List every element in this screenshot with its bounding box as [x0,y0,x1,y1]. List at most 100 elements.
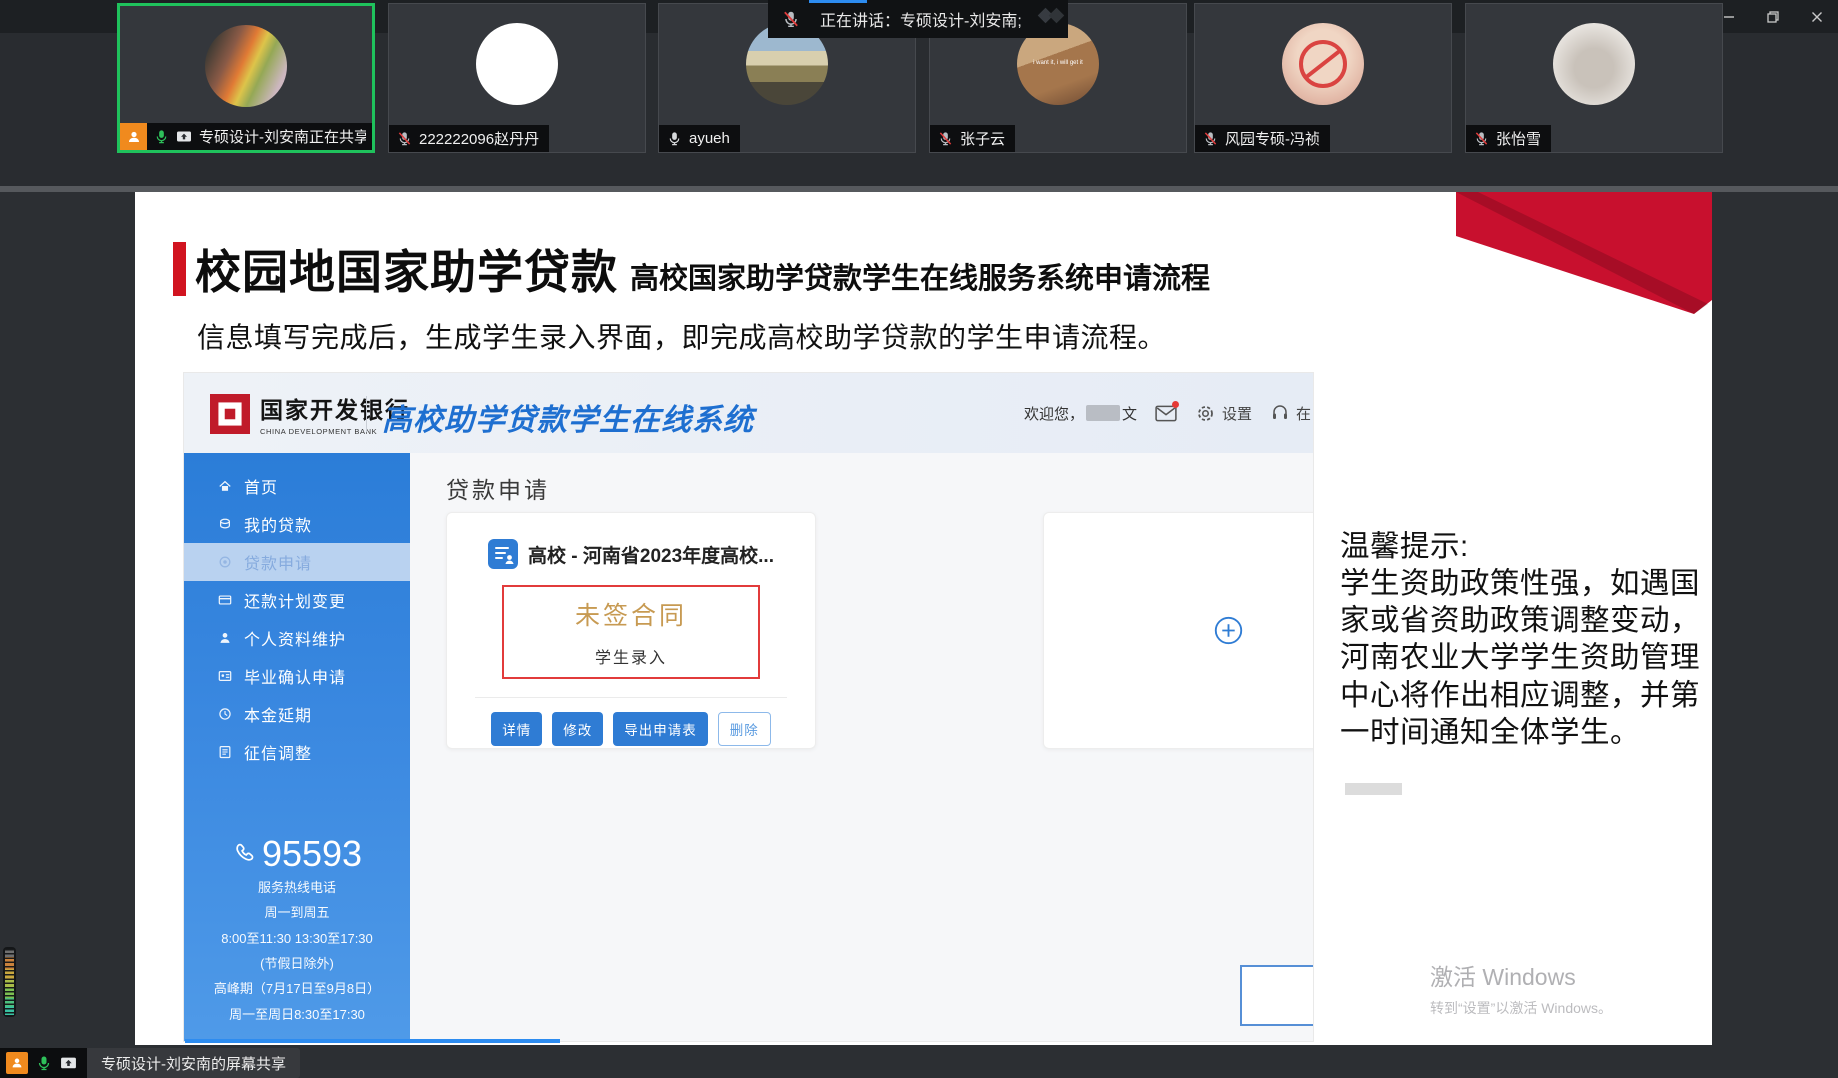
sidebar-label: 本金延期 [244,702,312,726]
service-hotline: 95593 服务热线电话 周一到周五 8:00至11:30 13:30至17:3… [184,833,410,1027]
tip-block: 温馨提示: 学生资助政策性强，如遇国家或省资助政策调整变动，河南农业大学学生资助… [1340,528,1712,751]
plus-circle-icon [1214,616,1243,645]
bank-body: 首页 我的贷款 贷款申请 还款计划变更 [184,453,1313,1041]
speaking-banner: 正在讲话：专硕设计-刘安南; [768,0,1068,38]
bank-site-screenshot: 国家开发银行 CHINA DEVELOPMENT BANK 高校助学贷款学生在线… [184,373,1313,1041]
participant-tile-zhaodandan[interactable]: 222222096赵丹丹 [388,3,646,153]
highlight-artifact [1345,783,1402,795]
avatar [476,23,558,105]
tip-body: 学生资助政策性强，如遇国家或省资助政策调整变动，河南农业大学学生资助管理中心将作… [1340,565,1712,751]
detail-button[interactable]: 详情 [491,712,542,746]
avatar [1282,23,1364,105]
hotline-number: 95593 [262,833,362,875]
mic-on-icon [667,131,682,146]
speaking-banner-text: 正在讲话：专硕设计-刘安南; [820,7,1022,31]
headset-icon [1270,403,1290,423]
service-label: 在 [1296,403,1311,424]
edit-button[interactable]: 修改 [552,712,603,746]
slide-description: 信息填写完成后，生成学生录入界面，即完成高校助学贷款的学生申请流程。 [197,316,1166,356]
host-badge-icon [6,1052,28,1074]
add-application-card[interactable] [1043,512,1313,749]
divider [475,697,787,698]
mail-button[interactable] [1155,404,1177,423]
participant-tile-fengzhen[interactable]: 风园专硕-冯祯 [1194,3,1452,153]
delete-button[interactable]: 删除 [718,712,771,746]
windows-activation-watermark: 激活 Windows 转到“设置”以激活 Windows。 [1430,958,1612,1018]
hotline-number-row: 95593 [184,833,410,875]
sidebar-label: 我的贷款 [244,512,312,536]
bank-header-right: 欢迎您， 文 设置 [1024,373,1311,453]
close-button[interactable] [1808,8,1826,26]
phone-icon [232,842,255,865]
window-controls [1720,0,1826,33]
redacted-username [1086,405,1120,421]
meeting-window: 正在讲话：专硕设计-刘安南; 专硕设计-刘安南正在共享 22222 [0,0,1838,1078]
bank-content: 贷款申请 高校 - 河南省2023年度高校... 未签合同 学生录入 [410,453,1313,1041]
page-bottom-accent-line [185,1039,560,1043]
sidebar-item-personal-info[interactable]: 个人资料维护 [184,619,410,657]
sidebar-item-home[interactable]: 首页 [184,467,410,505]
host-badge-icon [120,123,147,150]
sidebar-label: 毕业确认申请 [244,664,346,688]
sidebar-item-graduation-confirm[interactable]: 毕业确认申请 [184,657,410,695]
slide-subtitle: 高校国家助学贷款学生在线服务系统申请流程 [630,255,1210,297]
mic-on-icon [154,129,169,144]
export-application-button[interactable]: 导出申请表 [613,712,708,746]
sidebar-label: 个人资料维护 [244,626,346,650]
participant-namebar: 张怡雪 [1466,125,1551,152]
shared-screen-area: 校园地国家助学贷款 高校国家助学贷款学生在线服务系统申请流程 信息填写完成后，生… [0,192,1838,1078]
participant-tile-liuannan[interactable]: 专硕设计-刘安南正在共享 [117,3,375,153]
slide-title-row: 校园地国家助学贷款 高校国家助学贷款学生在线服务系统申请流程 [173,236,1210,302]
substatus-text: 学生录入 [595,644,667,668]
presentation-slide: 校园地国家助学贷款 高校国家助学贷款学生在线服务系统申请流程 信息填写完成后，生… [135,192,1712,1045]
application-doc-icon [488,539,518,569]
sidebar-item-repayment-plan[interactable]: 还款计划变更 [184,581,410,619]
mic-on-icon [36,1055,52,1071]
slide-title: 校园地国家助学贷款 [195,236,618,302]
participant-namebar: 专硕设计-刘安南正在共享 [120,123,372,150]
mic-muted-icon [1203,131,1218,146]
unread-dot [1172,401,1179,408]
avatar [1553,23,1635,105]
sidebar-item-my-loans[interactable]: 我的贷款 [184,505,410,543]
muted-mic-icon [782,10,800,28]
avatar-caption: i want it, i will get it [1033,60,1083,68]
sidebar-label: 首页 [244,474,278,498]
cdb-logo-icon [210,394,250,434]
watermark-line2: 转到“设置”以激活 Windows。 [1430,998,1612,1018]
loan-application-callout: 贷款申请 [1240,965,1313,1026]
bank-site-title: 高校助学贷款学生在线系统 [382,395,754,439]
online-service-button[interactable]: 在 [1270,403,1311,424]
screen-share-chip: 专硕设计-刘安南的屏幕共享 [0,1048,300,1078]
participant-name: 张怡雪 [1496,128,1541,149]
person-icon [218,631,232,645]
content-heading: 贷款申请 [446,471,550,505]
participant-tile-zhangyixue[interactable]: 张怡雪 [1465,3,1723,153]
home-icon [218,479,232,493]
hotline-line: 周一至周日8:30至17:30 [184,1002,410,1027]
hotline-line: 周一到周五 [184,900,410,925]
audio-level-meter [3,947,16,1017]
card-title: 高校 - 河南省2023年度高校... [528,541,774,568]
hotline-line: 8:00至11:30 13:30至17:30 [184,926,410,951]
sidebar-item-credit-adjustment[interactable]: 征信调整 [184,733,410,771]
settings-button[interactable]: 设置 [1195,403,1252,424]
welcome-prefix: 欢迎您， [1024,403,1084,424]
tip-heading: 温馨提示: [1340,528,1712,565]
no-sign-icon [1299,40,1347,88]
participant-name: ayueh [689,130,730,147]
sidebar-item-principal-extension[interactable]: 本金延期 [184,695,410,733]
settings-label: 设置 [1222,403,1252,424]
sidebar-item-loan-application[interactable]: 贷款申请 [184,543,410,581]
share-chip-icons [0,1048,87,1078]
restore-button[interactable] [1764,8,1782,26]
id-card-icon [218,669,232,683]
status-text: 未签合同 [575,596,687,632]
hotline-line: 服务热线电话 [184,875,410,900]
watermark-line1: 激活 Windows [1430,958,1612,992]
participant-name: 专硕设计-刘安南正在共享 [199,126,366,147]
mic-muted-icon [938,131,953,146]
card-title-row: 高校 - 河南省2023年度高校... [447,539,815,569]
mic-muted-icon [397,131,412,146]
card-icon [218,593,232,607]
